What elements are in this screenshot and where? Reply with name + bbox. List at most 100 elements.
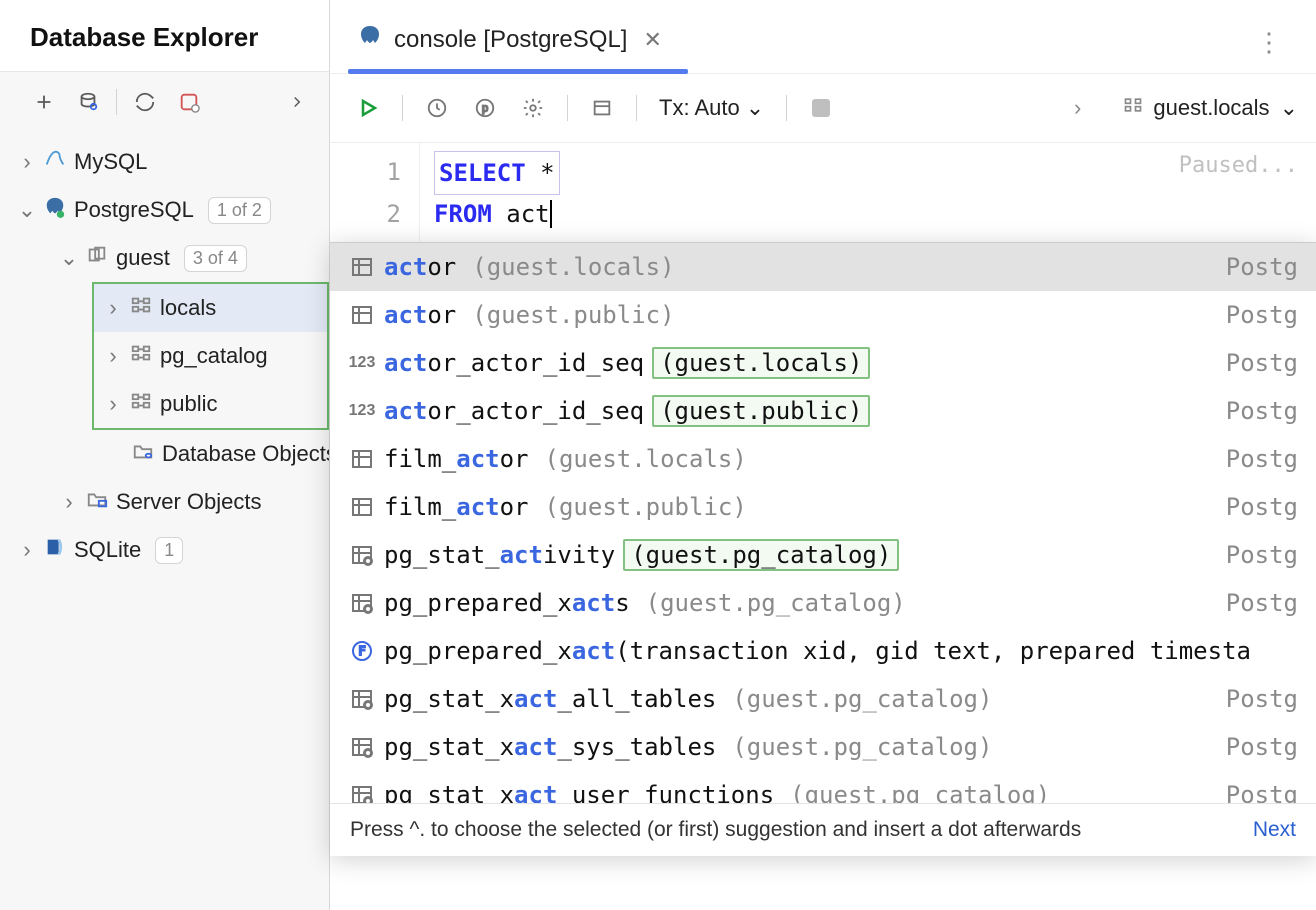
completion-scope: (guest.locals) [472, 253, 674, 281]
completion-item[interactable]: actor (guest.locals)Postg [330, 243, 1316, 291]
completion-source: Postg [1226, 445, 1298, 473]
tree-label: Database Objects [162, 441, 329, 467]
table-icon [348, 447, 376, 471]
tab-menu-button[interactable]: ⋮ [1242, 27, 1296, 58]
tree-label: guest [116, 245, 170, 271]
completion-name: pg_stat_xact_user_functions [384, 781, 774, 803]
tree-node-locals[interactable]: › locals [94, 284, 327, 332]
show-options-button[interactable] [277, 82, 317, 122]
editor-status: Paused... [1179, 153, 1298, 178]
chevron-right-icon: › [104, 295, 122, 321]
completion-name: pg_prepared_xact(transaction xid, gid te… [384, 637, 1251, 665]
completion-source: Postg [1226, 589, 1298, 617]
completion-name: pg_stat_xact_sys_tables [384, 733, 716, 761]
stop-button[interactable] [801, 88, 841, 128]
postgresql-icon [358, 24, 382, 55]
completion-item[interactable]: film_actor (guest.locals)Postg [330, 435, 1316, 483]
tree-node-postgresql[interactable]: ⌄ PostgreSQL 1 of 2 [0, 186, 329, 234]
tree-node-pg-catalog[interactable]: › pg_catalog [94, 332, 327, 380]
completion-item[interactable]: Fpg_prepared_xact(transaction xid, gid t… [330, 627, 1316, 675]
completion-scope: (guest.public) [652, 395, 870, 427]
completion-item[interactable]: pg_prepared_xacts (guest.pg_catalog) Post… [330, 579, 1316, 627]
schema-icon [130, 342, 152, 370]
tx-mode-label: Tx: Auto [659, 95, 740, 121]
tree-label: pg_catalog [160, 343, 268, 369]
keyword-select: SELECT [439, 159, 526, 187]
explain-plan-button[interactable]: p [465, 88, 505, 128]
completion-item[interactable]: 123actor_actor_id_seq (guest.locals)Post… [330, 339, 1316, 387]
func-icon: F [348, 639, 376, 663]
chevron-right-icon: › [1074, 95, 1081, 121]
close-icon[interactable]: ✕ [639, 27, 665, 53]
completion-source: Postg [1226, 685, 1298, 713]
highlighted-schemas-group: › locals › pg_catalog › public [92, 282, 329, 430]
seq-icon: 123 [348, 402, 376, 420]
completion-popup: actor (guest.locals)Postgactor (guest.pu… [330, 242, 1316, 856]
schema-icon [130, 390, 152, 418]
tree-node-public[interactable]: › public [94, 380, 327, 428]
tree-label: MySQL [74, 149, 147, 175]
history-button[interactable] [417, 88, 457, 128]
text-caret [550, 200, 552, 228]
sql-editor[interactable]: 1 2 SELECT * FROM act Paused... [330, 142, 1316, 243]
sidebar-toolbar [0, 72, 329, 132]
editor-tabs: console [PostgreSQL] ✕ ⋮ [330, 0, 1316, 74]
stop-introspection-button[interactable] [169, 82, 209, 122]
code-content: SELECT * FROM act [420, 143, 574, 243]
code-text: act [492, 200, 550, 228]
completion-scope: (guest.pg_catalog) [732, 733, 992, 761]
folder-icon [86, 488, 108, 516]
count-badge: 3 of 4 [184, 245, 247, 272]
completion-item[interactable]: pg_stat_xact_sys_tables (guest.pg_catalo… [330, 723, 1316, 771]
completion-item[interactable]: actor (guest.public)Postg [330, 291, 1316, 339]
settings-button[interactable] [513, 88, 553, 128]
chevron-right-icon: › [18, 537, 36, 563]
completion-scope: (guest.public) [545, 493, 747, 521]
refresh-button[interactable] [125, 82, 165, 122]
completion-name: pg_stat_xact_all_tables [384, 685, 716, 713]
completion-scope: (guest.pg_catalog) [623, 539, 899, 571]
tx-mode-dropdown[interactable]: Tx: Auto ⌄ [651, 95, 772, 121]
chevron-down-icon: ⌄ [746, 95, 764, 121]
completion-item[interactable]: pg_stat_xact_user_functions (guest.pg_ca… [330, 771, 1316, 803]
tree-node-database-objects[interactable]: Database Objects [0, 430, 329, 478]
view-mode-button[interactable] [582, 88, 622, 128]
completion-list[interactable]: actor (guest.locals)Postgactor (guest.pu… [330, 243, 1316, 803]
completion-item[interactable]: 123actor_actor_id_seq (guest.public)Post… [330, 387, 1316, 435]
schema-chooser[interactable]: › guest.locals ⌄ [1074, 95, 1298, 121]
chevron-down-icon: ⌄ [60, 245, 78, 271]
completion-item[interactable]: pg_stat_activity (guest.pg_catalog)Postg [330, 531, 1316, 579]
tree-node-sqlite[interactable]: › SQLite 1 [0, 526, 329, 574]
new-datasource-button[interactable] [24, 82, 64, 122]
database-icon [86, 244, 108, 272]
completion-name: actor_actor_id_seq [384, 349, 644, 377]
tab-title: console [PostgreSQL] [394, 26, 627, 54]
completion-name: pg_prepared_xacts [384, 589, 630, 617]
next-tip-link[interactable]: Next [1253, 818, 1296, 842]
completion-scope: (guest.public) [472, 301, 674, 329]
completion-source: Postg [1226, 493, 1298, 521]
keyword-from: FROM [434, 200, 492, 228]
tab-console-postgres[interactable]: console [PostgreSQL] ✕ [352, 12, 684, 73]
datasource-properties-button[interactable] [68, 82, 108, 122]
tree-node-server-objects[interactable]: › Server Objects [0, 478, 329, 526]
run-button[interactable] [348, 88, 388, 128]
completion-scope: (guest.pg_catalog) [646, 589, 906, 617]
table-icon [348, 255, 376, 279]
tree-node-guest[interactable]: ⌄ guest 3 of 4 [0, 234, 329, 282]
count-badge: 1 [155, 537, 183, 564]
tree-label: Server Objects [116, 489, 262, 515]
completion-source: Postg [1226, 253, 1298, 281]
completion-name: film_actor [384, 445, 529, 473]
completion-source: Postg [1226, 781, 1298, 803]
database-explorer-title: Database Explorer [0, 0, 329, 72]
completion-item[interactable]: film_actor (guest.public)Postg [330, 483, 1316, 531]
database-explorer-panel: Database Explorer › MySQL ⌄ PostgreSQL 1… [0, 0, 330, 910]
tree-label: public [160, 391, 217, 417]
completion-item[interactable]: pg_stat_xact_all_tables (guest.pg_catalo… [330, 675, 1316, 723]
chevron-right-icon: › [18, 149, 36, 175]
tree-node-mysql[interactable]: › MySQL [0, 138, 329, 186]
hint-text: Press ^. to choose the selected (or firs… [350, 818, 1081, 842]
line-gutter: 1 2 [330, 143, 420, 243]
code-text: * [526, 159, 555, 187]
